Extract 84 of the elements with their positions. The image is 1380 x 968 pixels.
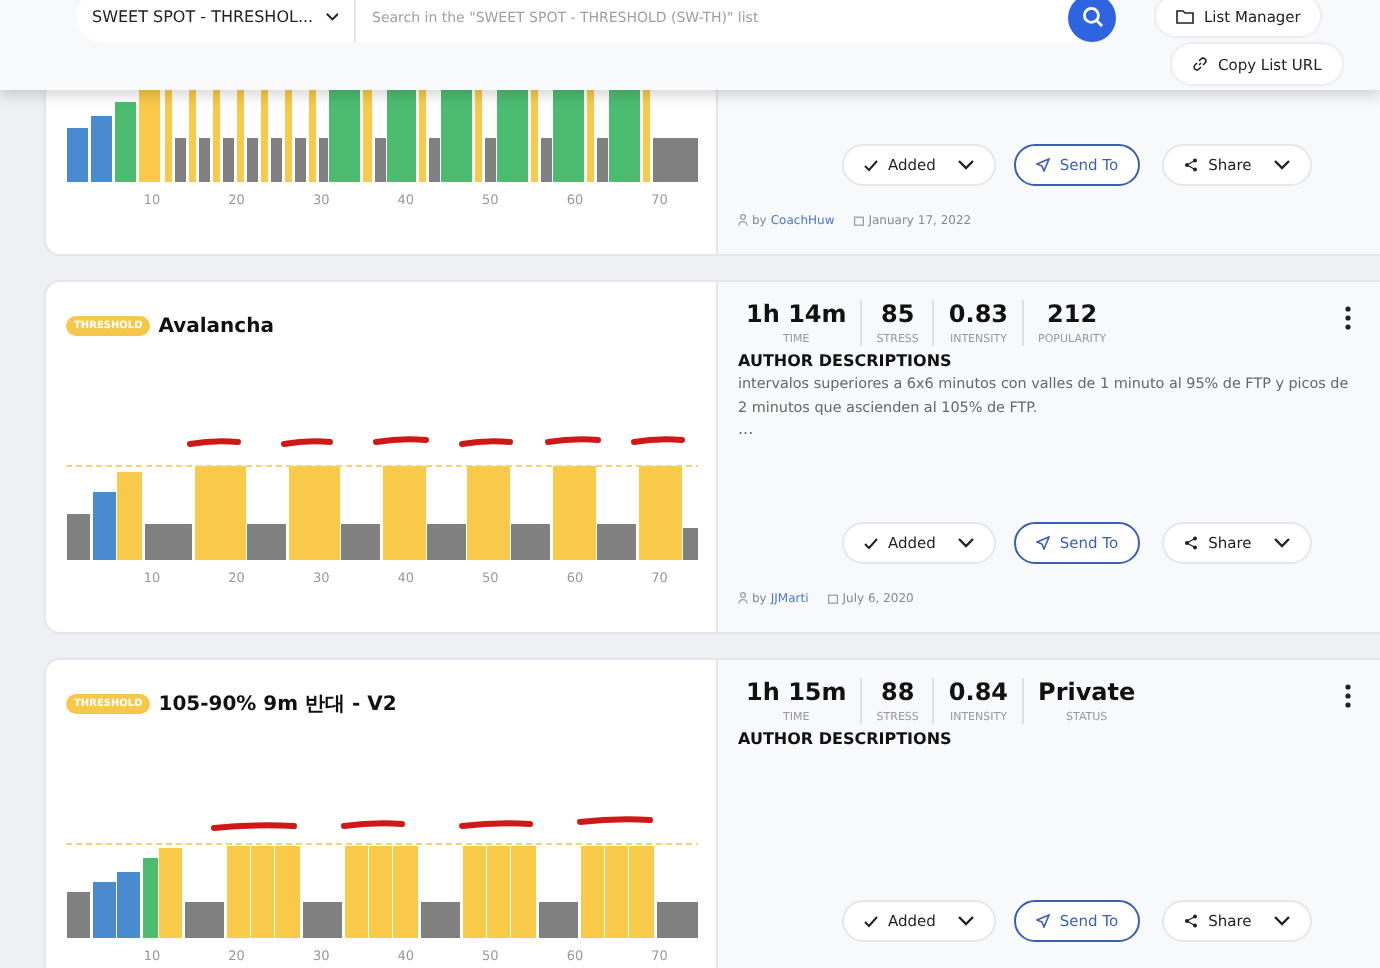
person-icon xyxy=(738,592,748,604)
stat-value: 0.83 xyxy=(948,300,1009,328)
send-icon xyxy=(1035,536,1050,550)
stat-value: 212 xyxy=(1047,300,1098,328)
share-icon xyxy=(1184,536,1199,550)
search-button[interactable] xyxy=(1068,0,1116,41)
profile-bar xyxy=(275,846,300,938)
annotation-stroke xyxy=(577,816,653,825)
profile-bar xyxy=(369,846,392,938)
profile-bar xyxy=(605,846,628,938)
profile-bar xyxy=(185,902,224,938)
stat-value: 1h 15m xyxy=(746,678,847,706)
annotation-stroke xyxy=(211,822,297,831)
profile-bar xyxy=(511,846,536,938)
profile-bar xyxy=(117,872,140,938)
profile-bar xyxy=(421,902,460,938)
profile-bar xyxy=(653,138,698,182)
send-icon xyxy=(1035,158,1050,172)
profile-bar xyxy=(247,138,258,182)
annotation-stroke xyxy=(459,820,533,829)
profile-bar xyxy=(227,846,250,938)
profile-bar xyxy=(145,524,192,560)
chevron-down-icon xyxy=(1273,160,1290,170)
more-ellipsis[interactable]: ... xyxy=(738,420,1352,438)
profile-bar xyxy=(539,902,578,938)
profile-bar xyxy=(251,846,274,938)
send-icon xyxy=(1035,914,1050,928)
profile-bar xyxy=(393,846,418,938)
stat-value: 88 xyxy=(881,678,915,706)
annotation-stroke xyxy=(187,438,241,447)
workout-title[interactable]: 105-90% 9m 반대 - V2 xyxy=(158,690,397,718)
annotation-stroke xyxy=(545,436,601,445)
profile-bar xyxy=(115,102,136,182)
more-icon[interactable] xyxy=(1344,684,1352,708)
chevron-down-icon xyxy=(957,916,974,926)
share-icon xyxy=(1184,914,1199,928)
calendar-icon xyxy=(828,593,839,603)
folder-icon xyxy=(1176,9,1194,23)
profile-bar xyxy=(303,902,342,938)
annotation-stroke xyxy=(373,436,429,445)
profile-bar xyxy=(117,472,142,560)
chevron-down-icon xyxy=(957,160,974,170)
profile-bar xyxy=(629,846,654,938)
profile-bar xyxy=(93,492,116,560)
stat-value: Private xyxy=(1038,678,1136,706)
check-icon xyxy=(864,537,878,549)
chevron-down-icon xyxy=(1273,538,1290,548)
annotation-stroke xyxy=(341,820,405,829)
workout-title[interactable]: Avalancha xyxy=(158,315,274,337)
check-icon xyxy=(864,915,878,927)
search-icon xyxy=(1081,6,1103,28)
profile-bar xyxy=(91,116,112,182)
profile-bar xyxy=(345,846,368,938)
profile-bar xyxy=(175,138,186,182)
profile-bar xyxy=(295,138,306,182)
profile-bar xyxy=(67,128,88,182)
chevron-down-icon xyxy=(1273,916,1290,926)
profile-bar xyxy=(463,846,486,938)
link-icon xyxy=(1192,56,1208,72)
profile-bar xyxy=(487,846,510,938)
chevron-down-icon xyxy=(325,12,338,22)
annotation-stroke xyxy=(631,436,685,445)
annotation-stroke xyxy=(459,438,513,447)
profile-bar xyxy=(67,514,90,560)
profile-bar xyxy=(199,138,210,182)
chevron-down-icon xyxy=(957,538,974,548)
share-icon xyxy=(1184,158,1199,172)
profile-bar xyxy=(271,138,282,182)
list-dropdown[interactable]: SWEET SPOT - THRESHOL... xyxy=(76,0,356,42)
profile-bar xyxy=(657,902,698,938)
stat-value: 1h 14m xyxy=(746,300,847,328)
stat-value: 85 xyxy=(881,300,915,328)
profile-bar xyxy=(93,882,116,938)
check-icon xyxy=(864,159,878,171)
stat-value: 0.84 xyxy=(948,678,1009,706)
description-heading: AUTHOR DESCRIPTIONS xyxy=(738,352,954,370)
profile-bar xyxy=(67,892,90,938)
more-icon[interactable] xyxy=(1344,306,1352,330)
annotation-stroke xyxy=(281,438,333,447)
calendar-icon xyxy=(854,215,865,225)
description-heading: AUTHOR DESCRIPTIONS xyxy=(738,730,954,748)
profile-bar xyxy=(581,846,604,938)
profile-bar xyxy=(223,138,234,182)
person-icon xyxy=(738,214,748,226)
